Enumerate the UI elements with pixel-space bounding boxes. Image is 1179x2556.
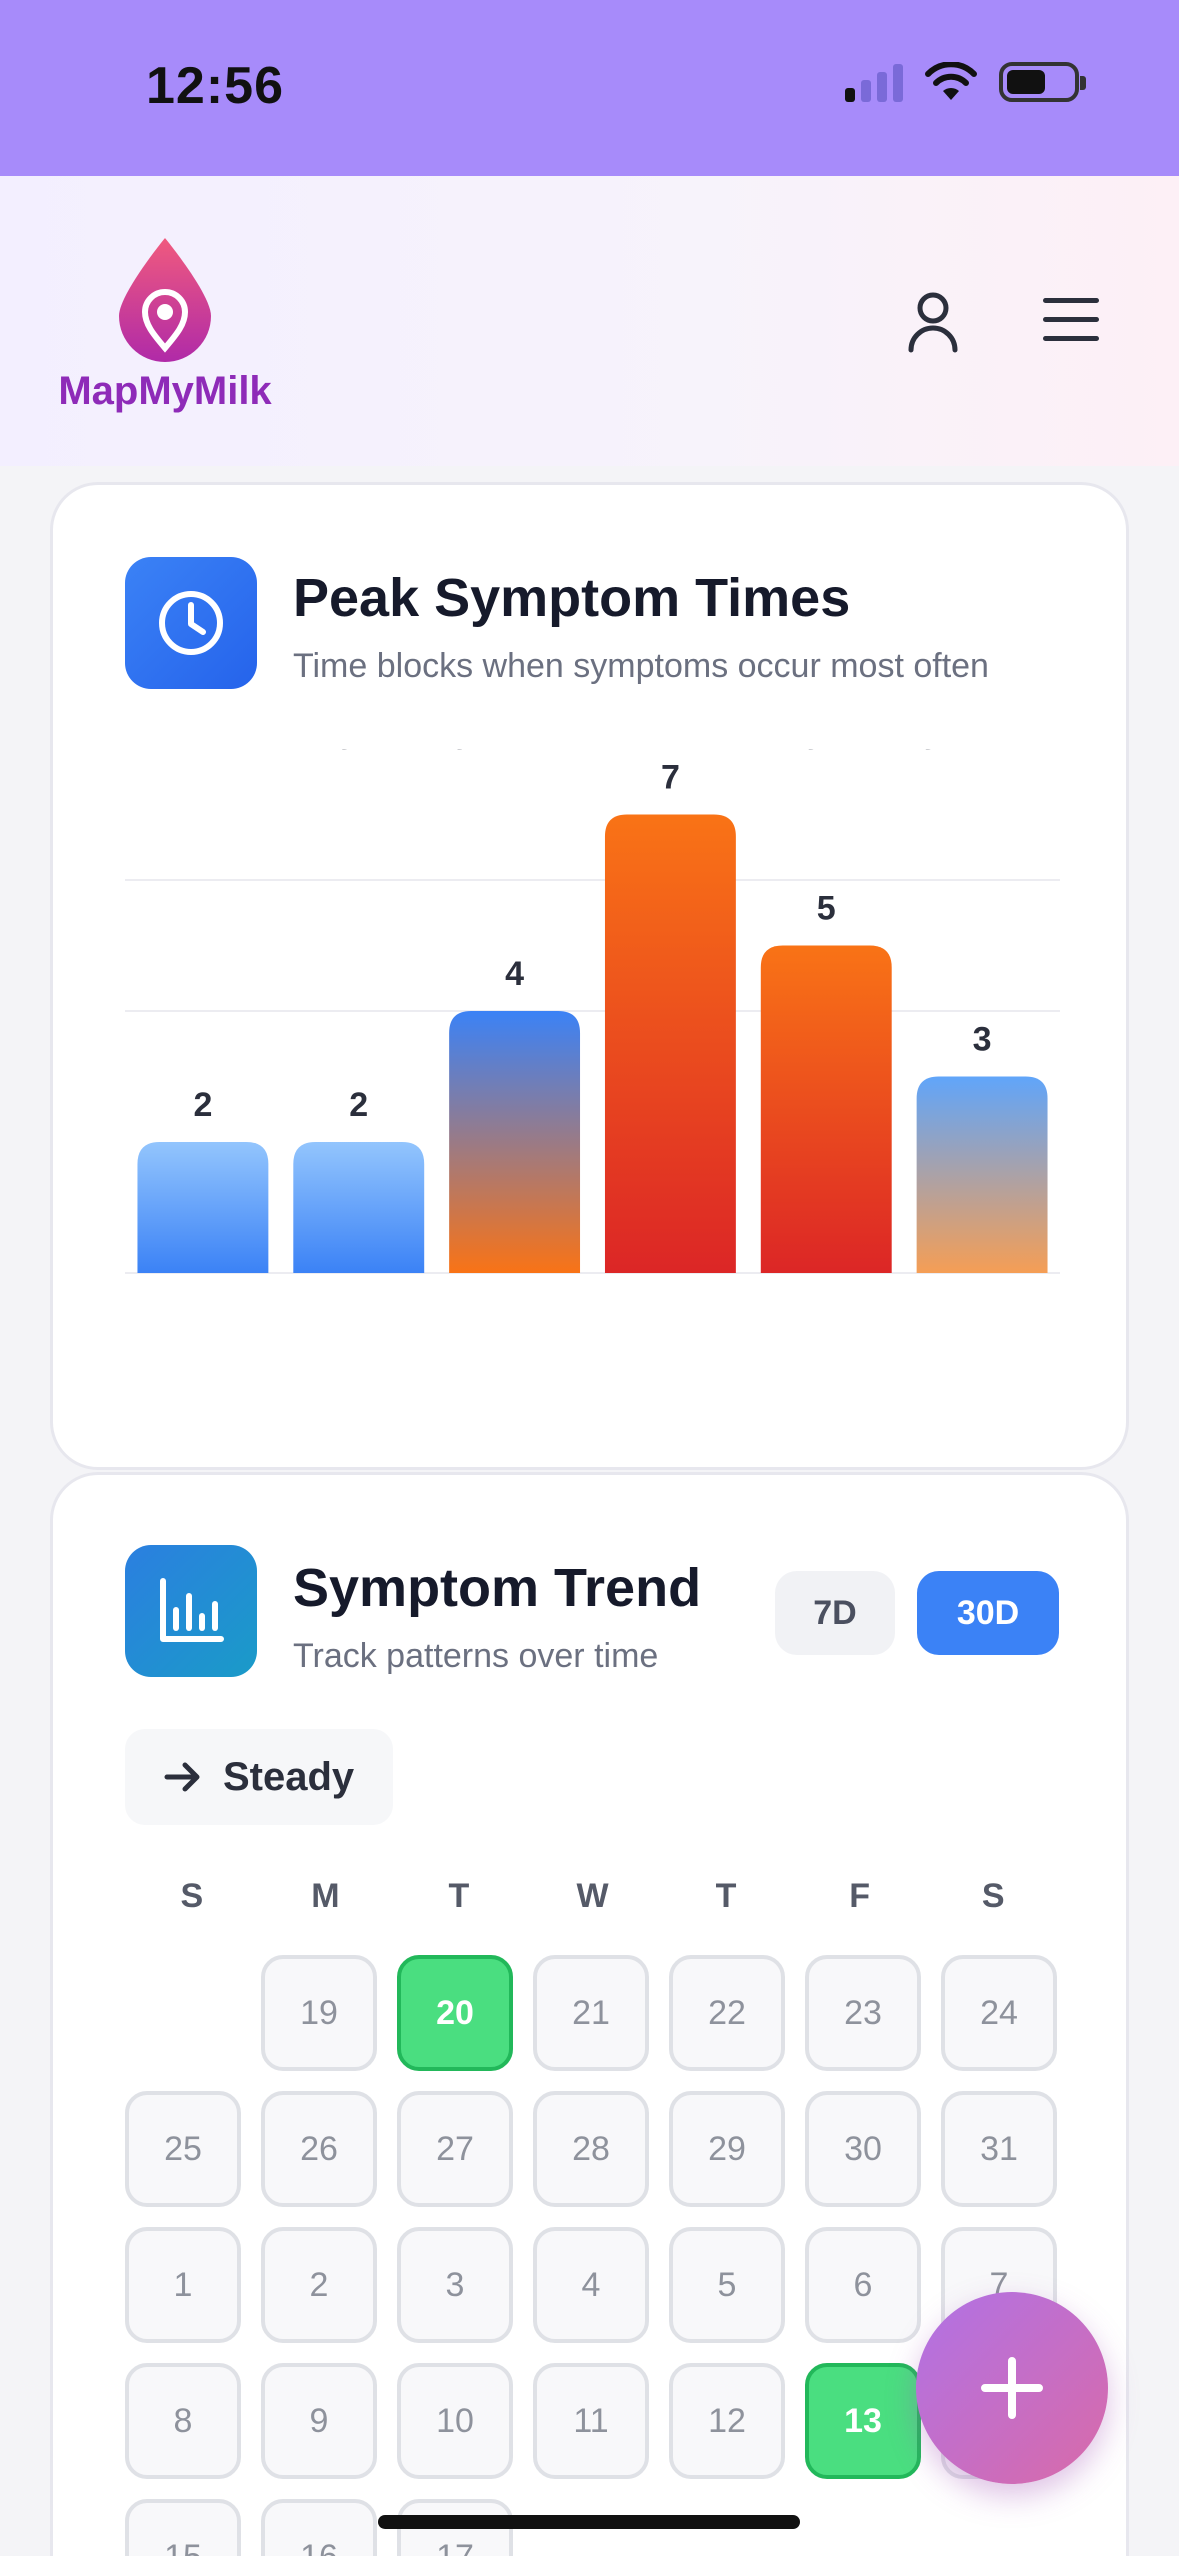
chart-bar[interactable] bbox=[293, 1142, 425, 1273]
calendar-day[interactable]: 23 bbox=[805, 1955, 921, 2071]
calendar-day[interactable]: 4 bbox=[533, 2227, 649, 2343]
bar-chart-icon bbox=[160, 1578, 224, 1642]
status-time: 12:56 bbox=[146, 57, 284, 115]
chart-value-label: 2 bbox=[193, 1086, 212, 1124]
weekday-label: F bbox=[849, 1877, 871, 1915]
status-icons bbox=[845, 62, 1086, 102]
add-entry-button[interactable] bbox=[916, 2292, 1108, 2484]
calendar-day[interactable]: 5 bbox=[669, 2227, 785, 2343]
peak-symptom-card: Peak Symptom Times Time blocks when symp… bbox=[50, 482, 1129, 1470]
app-header: MapMyMilk bbox=[0, 176, 1179, 466]
user-icon[interactable] bbox=[905, 290, 961, 354]
calendar-day[interactable]: 27 bbox=[397, 2091, 513, 2207]
calendar-day[interactable]: 11 bbox=[533, 2363, 649, 2479]
chart-category-label: 8-12 PM bbox=[450, 749, 579, 757]
chart-bar[interactable] bbox=[760, 945, 892, 1274]
calendar-day[interactable]: 2 bbox=[261, 2227, 377, 2343]
calendar-grid: 19 20 21 22 23 24 25 26 27 28 29 30 31 1 2 3 4 5 6 7 8 9 10 11 1… bbox=[125, 1955, 1060, 2556]
trend-status-label: Steady bbox=[223, 1754, 355, 1799]
arrow-right-icon bbox=[164, 1762, 200, 1792]
chart-bar[interactable] bbox=[137, 1142, 269, 1273]
weekday-label: M bbox=[311, 1877, 340, 1915]
calendar-day[interactable]: 28 bbox=[533, 2091, 649, 2207]
range-7d-button[interactable]: 7D bbox=[775, 1571, 895, 1655]
calendar-day[interactable]: 24 bbox=[941, 1955, 1057, 2071]
battery-icon bbox=[999, 62, 1086, 102]
calendar-day[interactable]: 20 bbox=[397, 1955, 513, 2071]
brand-logo[interactable]: MapMyMilk bbox=[55, 236, 275, 414]
trend-status-badge: Steady bbox=[125, 1729, 393, 1825]
calendar-day[interactable]: 29 bbox=[669, 2091, 785, 2207]
calendar-day[interactable]: 21 bbox=[533, 1955, 649, 2071]
brand-name: MapMyMilk bbox=[58, 369, 272, 413]
status-bar: 12:56 bbox=[0, 0, 1179, 176]
weekday-label: W bbox=[576, 1877, 609, 1915]
chart-bar[interactable] bbox=[916, 1076, 1048, 1274]
trend-card-title: Symptom Trend bbox=[293, 1558, 702, 1618]
signal-icon bbox=[845, 62, 903, 102]
range-30d-button[interactable]: 30D bbox=[917, 1571, 1059, 1655]
peak-symptom-chart: 2 12-4 AM 2 4-8 AM 4 8-12 PM 7 12-4 PM 5 4-8 PM 3 8… bbox=[125, 749, 1060, 1309]
trend-card-subtitle: Track patterns over time bbox=[293, 1637, 659, 1675]
calendar-day[interactable]: 19 bbox=[261, 1955, 377, 2071]
chart-bar[interactable] bbox=[449, 1011, 581, 1273]
calendar-day[interactable]: 15 bbox=[125, 2499, 241, 2556]
chart-category-label: 4-8 AM bbox=[305, 749, 413, 757]
calendar-day[interactable]: 16 bbox=[261, 2499, 377, 2556]
calendar-weekday-header: SMTWTFS bbox=[125, 1877, 1060, 1916]
chart-bar[interactable] bbox=[604, 814, 736, 1274]
chart-category-label: 4-8 PM bbox=[771, 749, 881, 757]
hamburger-menu-icon[interactable] bbox=[1040, 294, 1102, 346]
milk-drop-pin-icon bbox=[119, 238, 211, 362]
calendar-day[interactable]: 22 bbox=[669, 1955, 785, 2071]
calendar-day[interactable]: 9 bbox=[261, 2363, 377, 2479]
chart-category-label: 12-4 AM bbox=[140, 749, 267, 757]
weekday-label: T bbox=[715, 1877, 737, 1915]
weekday-label: T bbox=[448, 1877, 470, 1915]
calendar-day[interactable]: 10 bbox=[397, 2363, 513, 2479]
chart-category-label: 8-12 AM bbox=[919, 749, 1046, 757]
chart-value-label: 5 bbox=[817, 890, 836, 928]
calendar-day[interactable]: 6 bbox=[805, 2227, 921, 2343]
chart-category-label: 12-4 PM bbox=[606, 749, 735, 757]
wifi-icon bbox=[925, 62, 977, 100]
calendar-empty-cell bbox=[125, 1955, 241, 2071]
plus-icon bbox=[981, 2357, 1043, 2419]
home-indicator bbox=[378, 2515, 800, 2529]
bar-chart-icon-badge bbox=[125, 1545, 257, 1677]
chart-value-label: 4 bbox=[505, 955, 524, 993]
calendar-day[interactable]: 13 bbox=[805, 2363, 921, 2479]
chart-value-label: 2 bbox=[349, 1086, 368, 1124]
calendar-day[interactable]: 1 bbox=[125, 2227, 241, 2343]
chart-value-label: 7 bbox=[661, 759, 680, 797]
calendar-day[interactable]: 25 bbox=[125, 2091, 241, 2207]
calendar-day[interactable]: 30 bbox=[805, 2091, 921, 2207]
bar-chart-svg: 2 12-4 AM 2 4-8 AM 4 8-12 PM 7 12-4 PM 5 4-8 PM 3 8… bbox=[125, 749, 1060, 1274]
chart-value-label: 3 bbox=[973, 1021, 992, 1059]
calendar-day[interactable]: 26 bbox=[261, 2091, 377, 2207]
clock-icon bbox=[159, 591, 223, 655]
peak-card-subtitle: Time blocks when symptoms occur most oft… bbox=[293, 647, 989, 685]
weekday-label: S bbox=[981, 1877, 1005, 1915]
calendar-day[interactable]: 8 bbox=[125, 2363, 241, 2479]
clock-icon-badge bbox=[125, 557, 257, 689]
calendar-day[interactable]: 3 bbox=[397, 2227, 513, 2343]
weekday-label: S bbox=[180, 1877, 204, 1915]
calendar-day[interactable]: 31 bbox=[941, 2091, 1057, 2207]
peak-card-title: Peak Symptom Times bbox=[293, 568, 851, 628]
calendar-day[interactable]: 12 bbox=[669, 2363, 785, 2479]
